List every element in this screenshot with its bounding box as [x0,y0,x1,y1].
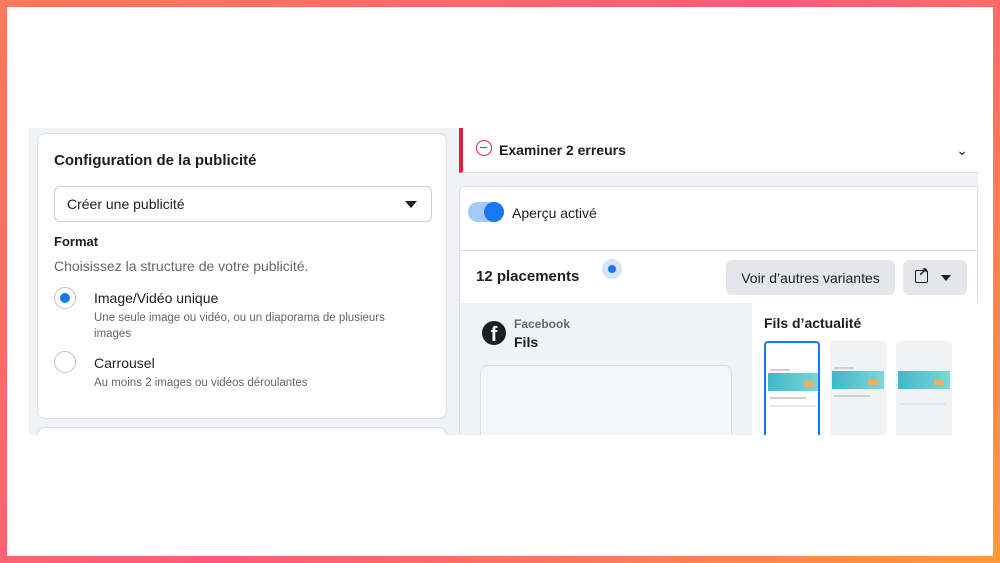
preview-toggle[interactable] [468,202,504,222]
thumb-line [770,405,816,407]
feed-thumbnail[interactable] [764,341,820,435]
toggle-knob [484,202,504,222]
format-description: Choisissez la structure de votre publici… [54,258,309,274]
radio-carousel[interactable] [54,351,76,373]
radio-single-image[interactable] [54,287,76,309]
thumb-banner [768,373,818,391]
placements-count: 12 placements [476,268,580,285]
ad-config-card: Configuration de la publicité Créer une … [37,133,447,419]
feed-thumbnails: Fils d’actualité [752,303,978,435]
ad-type-select[interactable]: Créer une publicité [54,186,432,222]
placement-preview: f Facebook Fils [460,303,752,435]
platform-name: Facebook [514,317,571,331]
ads-manager-panel: Configuration de la publicité Créer une … [29,128,978,435]
see-variants-button[interactable]: Voir d’autres variantes [726,260,895,295]
placement-name: Fils [514,334,539,350]
open-preview-button[interactable] [903,260,967,295]
error-minus-icon [476,140,492,156]
thumb-banner [832,371,884,389]
frame: Configuration de la publicité Créer une … [7,7,993,556]
facebook-logo-icon: f [482,321,506,345]
feed-thumbnail[interactable] [896,341,952,435]
option-carousel-title[interactable]: Carrousel [94,355,155,371]
thumb-line [770,397,806,399]
error-banner[interactable]: Examiner 2 erreurs ⌄ [459,128,978,173]
option-single-image-subtitle: Une seule image ou vidéo, ou un diaporam… [94,312,385,340]
thumb-line [770,369,790,371]
thumb-banner [898,371,950,389]
external-link-icon [915,265,928,283]
thumb-line [900,403,946,405]
option-carousel-subtitle: Au moins 2 images ou vidéos déroulantes [94,377,308,389]
divider [460,250,977,251]
feed-thumbnail[interactable] [830,341,886,435]
chevron-down-icon[interactable]: ⌄ [956,142,968,159]
config-title: Configuration de la publicité [54,152,257,169]
preview-toggle-label: Aperçu activé [512,205,597,221]
thumb-line [834,395,870,397]
ad-preview-frame [480,365,732,435]
caret-down-icon [405,201,417,208]
ad-type-select-value: Créer une publicité [67,196,185,212]
option-single-image-title[interactable]: Image/Vidéo unique [94,290,218,306]
preview-card: Aperçu activé 12 placements Voir d’autre… [459,186,978,435]
thumb-line [834,367,854,369]
info-dot-icon[interactable] [602,259,622,279]
format-label: Format [54,234,99,249]
feed-title: Fils d’actualité [764,315,862,331]
caret-down-icon [941,275,951,281]
error-label: Examiner 2 erreurs [499,142,626,158]
next-card [37,427,447,435]
